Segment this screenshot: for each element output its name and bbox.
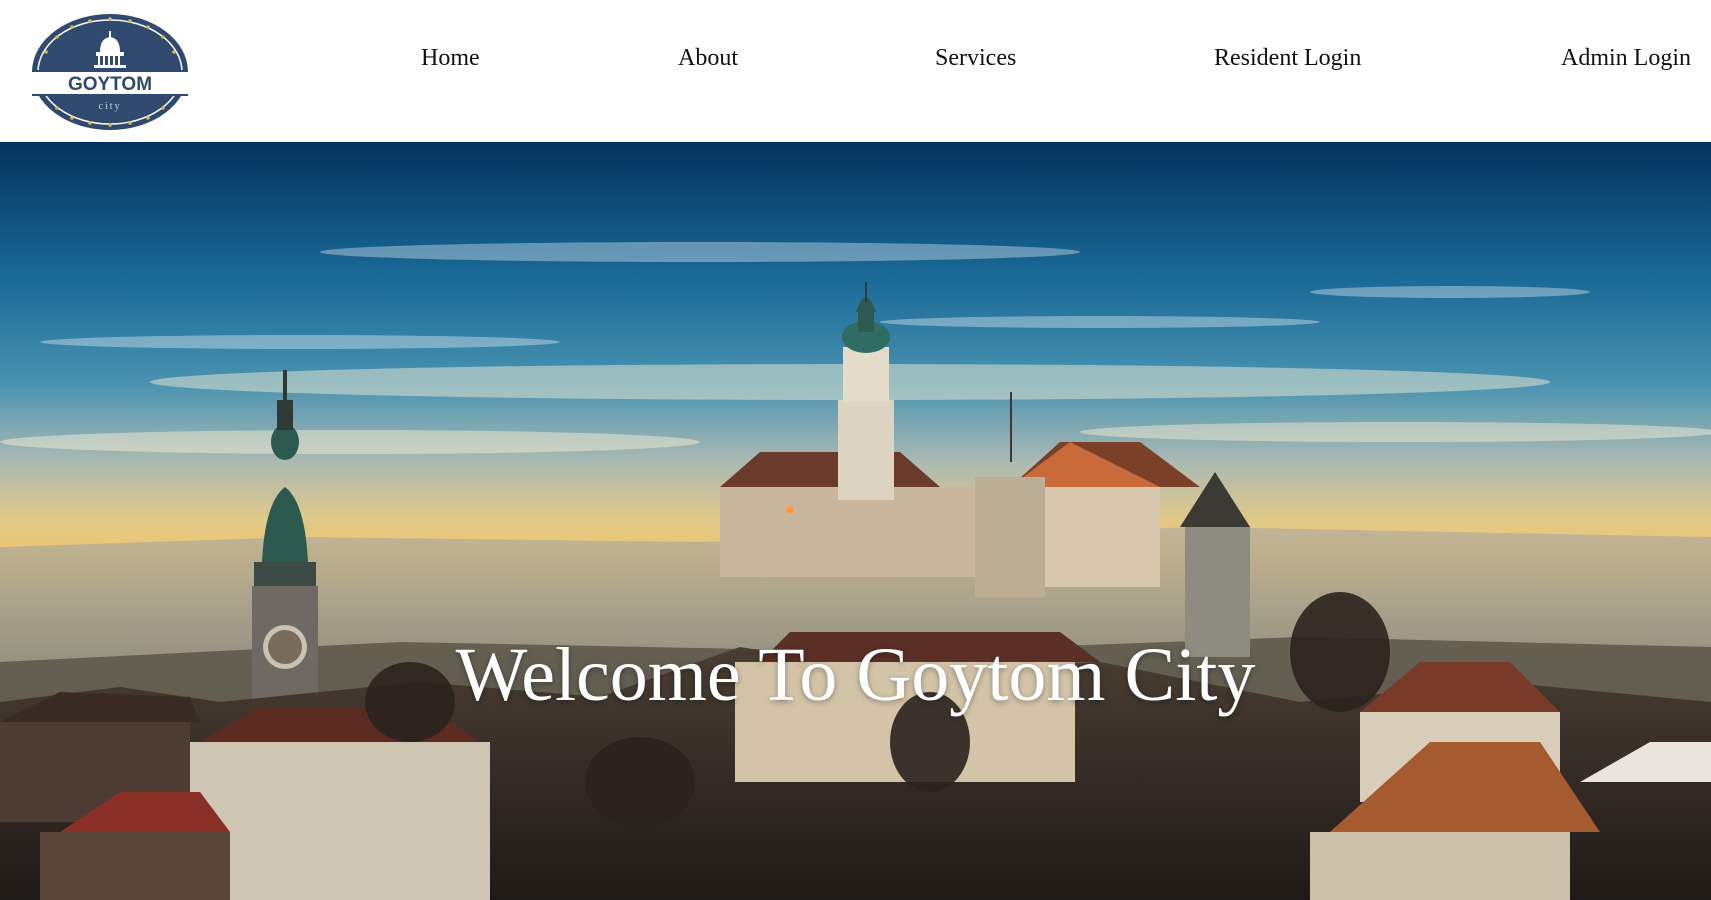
hero-banner: Welcome To Goytom City xyxy=(0,142,1711,900)
top-navbar: GOYTOM city Home About Services Resident… xyxy=(0,0,1711,142)
hero-title: Welcome To Goytom City xyxy=(455,633,1256,717)
nav-about-link[interactable]: About xyxy=(678,45,738,72)
goytom-city-logo[interactable]: GOYTOM city xyxy=(30,12,190,132)
logo-sub-text: city xyxy=(99,101,122,112)
nav-services-link[interactable]: Services xyxy=(935,45,1016,72)
nav-resident-login-link[interactable]: Resident Login xyxy=(1214,45,1361,72)
logo-main-text: GOYTOM xyxy=(68,74,152,95)
nav-home-link[interactable]: Home xyxy=(421,45,480,72)
nav-admin-login-link[interactable]: Admin Login xyxy=(1561,45,1691,72)
hero-city-image xyxy=(0,142,1711,900)
